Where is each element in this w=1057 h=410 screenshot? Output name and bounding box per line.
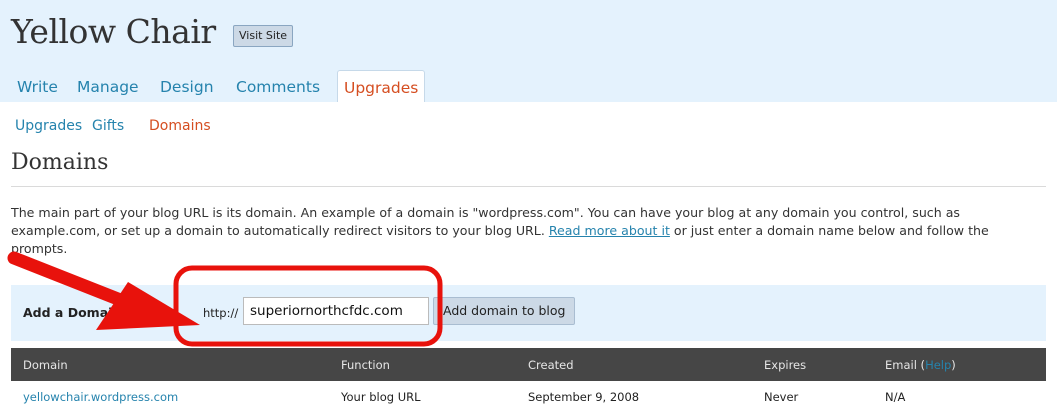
subnav-gifts[interactable]: Gifts <box>92 118 124 134</box>
column-header-domain: Domain <box>23 358 68 372</box>
column-header-function: Function <box>341 358 390 372</box>
title-divider <box>11 186 1046 187</box>
add-domain-label: Add a Domain <box>23 305 122 320</box>
tab-design[interactable]: Design <box>160 70 214 102</box>
email-help-link[interactable]: Help <box>925 358 951 372</box>
domain-cell-link[interactable]: yellowchair.wordpress.com <box>23 390 178 404</box>
expires-cell: Never <box>764 390 799 404</box>
tab-manage[interactable]: Manage <box>77 70 139 102</box>
table-row: yellowchair.wordpress.com Your blog URL … <box>11 381 1046 410</box>
page-title: Domains <box>11 150 109 175</box>
visit-site-button[interactable]: Visit Site <box>233 25 294 47</box>
http-prefix-label: http:// <box>203 306 239 320</box>
main-tabs: Write Manage Design Comments Upgrades <box>0 70 1057 102</box>
add-domain-button[interactable]: Add domain to blog <box>433 297 576 325</box>
column-header-created: Created <box>528 358 574 372</box>
tab-write[interactable]: Write <box>17 70 58 102</box>
domain-input[interactable] <box>243 297 429 325</box>
tab-upgrades[interactable]: Upgrades <box>337 70 426 102</box>
function-cell: Your blog URL <box>341 390 421 404</box>
read-more-link[interactable]: Read more about it <box>549 223 670 238</box>
page-description: The main part of your blog URL is its do… <box>11 204 1047 258</box>
created-cell: September 9, 2008 <box>528 390 640 404</box>
subnav-domains[interactable]: Domains <box>149 118 211 134</box>
subnav-upgrades[interactable]: Upgrades <box>15 118 82 134</box>
column-header-expires: Expires <box>764 358 807 372</box>
column-header-email: Email (Help) <box>885 358 956 372</box>
email-header-close: ) <box>951 358 956 372</box>
admin-header: Yellow Chair Visit Site Write Manage Des… <box>0 0 1057 102</box>
email-header-label: Email ( <box>885 358 926 372</box>
site-title: Yellow Chair <box>11 12 216 51</box>
email-cell: N/A <box>885 390 906 404</box>
domains-table-header: Domain Function Created Expires Email (H… <box>11 348 1046 381</box>
tab-comments[interactable]: Comments <box>236 70 320 102</box>
add-domain-panel: Add a Domain http:// Add domain to blog <box>11 285 1046 341</box>
